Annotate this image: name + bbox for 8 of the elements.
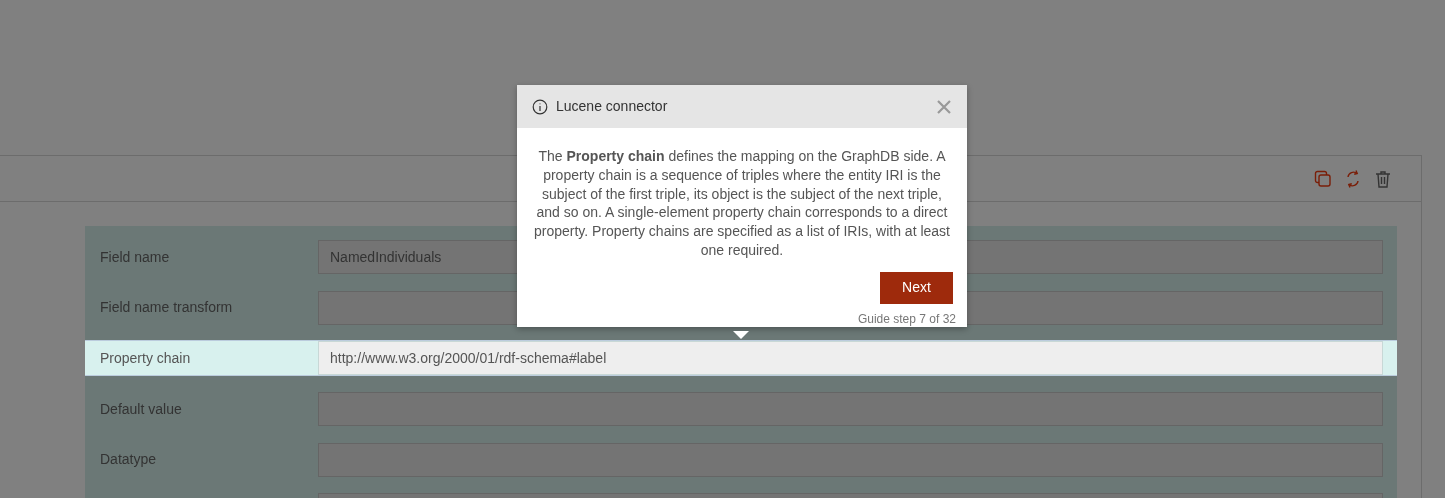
field-label: Datatype — [99, 450, 158, 470]
field-label: Field name — [99, 247, 171, 267]
guide-step: Guide step 7 of 32 — [517, 303, 967, 326]
field-label: Property chain — [99, 348, 192, 368]
popover-title: Lucene connector — [556, 97, 669, 116]
guide-text: The Property chain defines the mapping on the GraphDB side. A property chain is a sequence of triples where the entity IRI is the subject of the first triple, its object is the subject of the next triple, and so on. A single-element property chain corresponds to a direct property. Property chains are specified as a list of IRIs, with at least one required. — [532, 147, 951, 260]
field-label: Default value — [99, 399, 183, 419]
field-label: Field name transform — [99, 298, 234, 318]
